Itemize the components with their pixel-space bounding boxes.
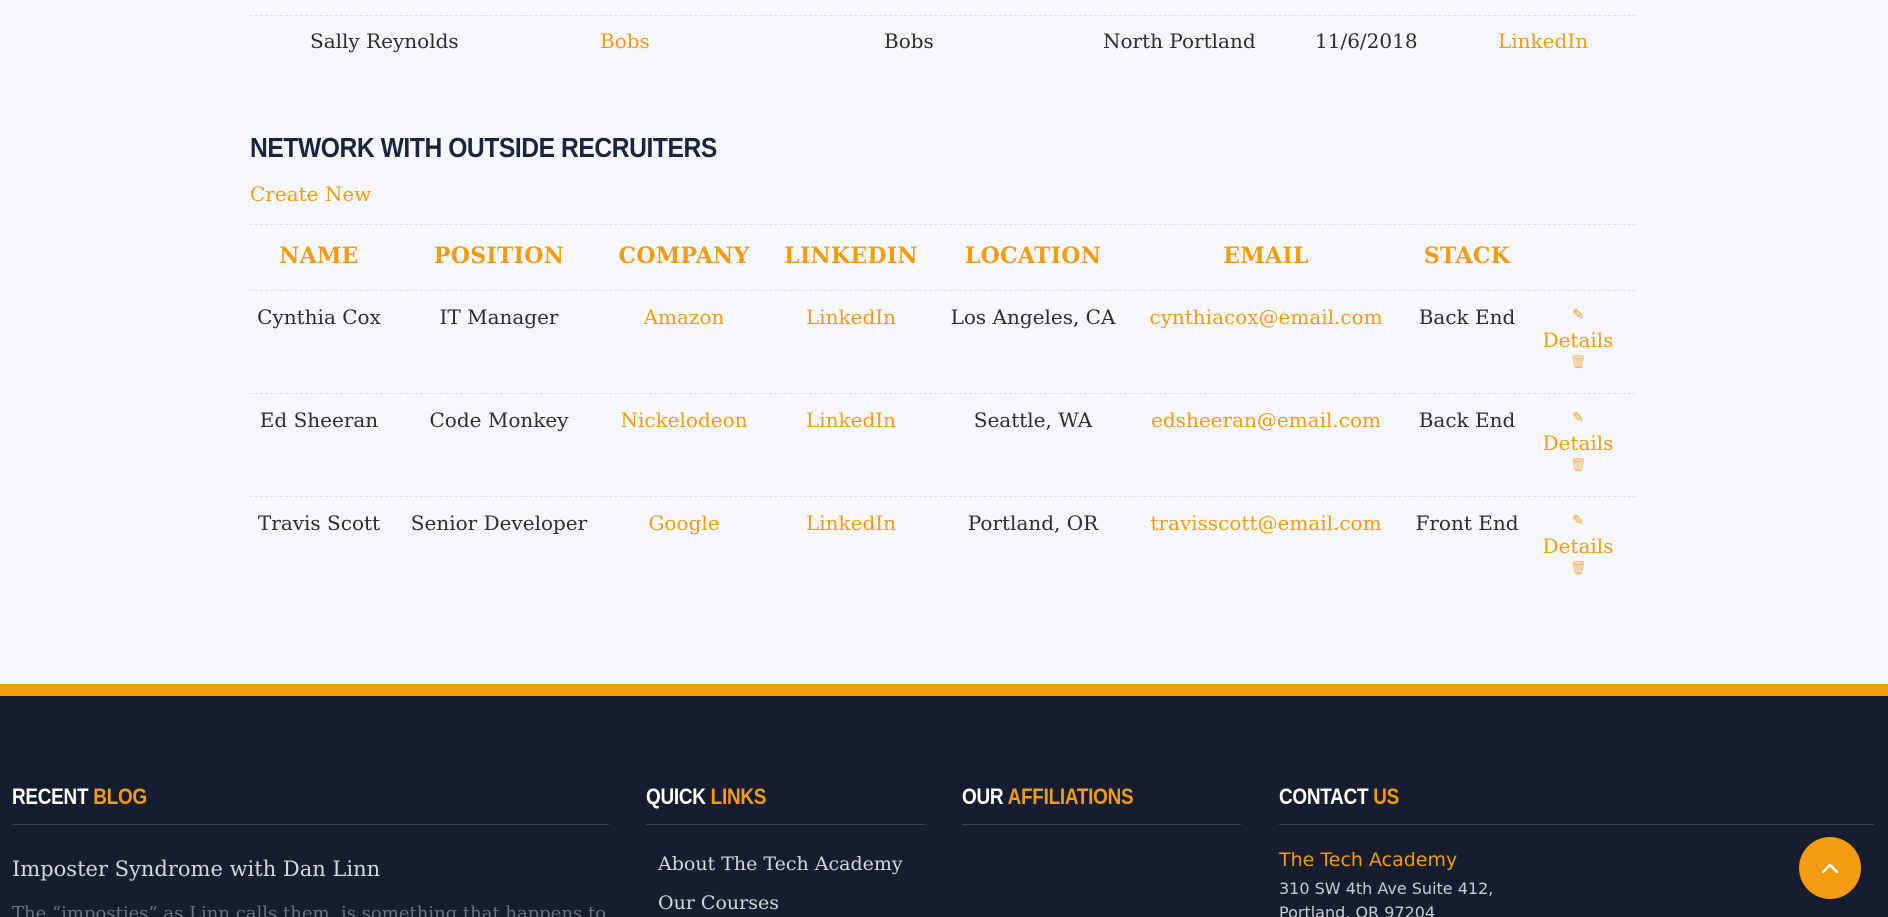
header-name: NAME (279, 243, 359, 269)
recruiter-name: Travis Scott (257, 511, 381, 535)
footer-contact: CONTACT US The Tech Academy 310 SW 4th A… (1279, 784, 1874, 917)
recruiters-table: NAME POSITION COMPANY LINKEDIN LOCATION … (250, 224, 1636, 600)
create-new-link[interactable]: Create New (250, 182, 371, 206)
footer-heading: QUICK LINKS (646, 784, 767, 809)
footer-quick-links: QUICK LINKS About The Tech Academy Our C… (646, 784, 925, 917)
table-row: Cynthia Cox IT Manager Amazon LinkedIn L… (250, 291, 1636, 394)
email-link[interactable]: cynthiacox@email.com (1149, 305, 1382, 329)
linkedin-link[interactable]: LinkedIn (1498, 29, 1588, 53)
quick-link-courses[interactable]: Our Courses (658, 892, 925, 917)
scroll-to-top-button[interactable] (1799, 837, 1861, 899)
table-row: Sally Reynolds Bobs Bobs North Portland … (250, 15, 1636, 65)
email-link[interactable]: travisscott@email.com (1150, 511, 1381, 535)
recruiter-location: Los Angeles, CA (950, 305, 1116, 329)
pencil-icon[interactable]: ✎ (1572, 408, 1584, 430)
company-link[interactable]: Google (648, 511, 719, 535)
header-location: LOCATION (964, 243, 1102, 269)
details-link[interactable]: Details (1543, 430, 1614, 456)
footer-heading: CONTACT US (1279, 784, 1400, 809)
details-link[interactable]: Details (1543, 533, 1614, 559)
pencil-icon[interactable]: ✎ (1572, 305, 1584, 327)
header-stack: STACK (1423, 243, 1511, 269)
details-link[interactable]: Details (1543, 327, 1614, 353)
blog-post-title[interactable]: Imposter Syndrome with Dan Linn (12, 857, 609, 881)
linkedin-link[interactable]: LinkedIn (806, 408, 896, 432)
footer-blog: RECENT BLOG Imposter Syndrome with Dan L… (12, 784, 609, 917)
email-link[interactable]: edsheeran@email.com (1151, 408, 1381, 432)
footer-heading: RECENT BLOG (12, 784, 147, 809)
contact-date: 11/6/2018 (1315, 29, 1418, 53)
recruiter-location: Seattle, WA (973, 408, 1093, 432)
contact-address: 310 SW 4th Ave Suite 412, Portland, OR 9… (1279, 879, 1494, 917)
recruiter-location: Portland, OR (967, 511, 1099, 535)
contact-position: Bobs (884, 29, 934, 53)
contact-name: Sally Reynolds (310, 29, 459, 53)
company-link[interactable]: Bobs (600, 29, 650, 53)
contact-org-name: The Tech Academy (1279, 849, 1458, 871)
linkedin-link[interactable]: LinkedIn (806, 305, 896, 329)
footer-heading: OUR AFFILIATIONS (962, 784, 1134, 809)
chevron-up-icon (1821, 863, 1839, 874)
trash-icon[interactable]: 🗑 (1570, 456, 1587, 476)
contact-location: North Portland (1103, 29, 1256, 53)
footer-affiliations: OUR AFFILIATIONS (962, 784, 1241, 825)
header-email: EMAIL (1223, 243, 1309, 269)
company-link[interactable]: Nickelodeon (620, 408, 747, 432)
header-company: COMPANY (618, 243, 750, 269)
recruiter-stack: Back End (1418, 305, 1516, 329)
divider (12, 824, 609, 825)
table-row: Ed Sheeran Code Monkey Nickelodeon Linke… (250, 394, 1636, 497)
table-header: NAME POSITION COMPANY LINKEDIN LOCATION … (250, 224, 1636, 291)
trash-icon[interactable]: 🗑 (1570, 559, 1587, 579)
blog-excerpt: The “imposties” as Linn calls them, is s… (12, 903, 607, 917)
quick-link-about[interactable]: About The Tech Academy (658, 853, 925, 892)
main-content: Sally Reynolds Bobs Bobs North Portland … (0, 0, 1888, 684)
trash-icon[interactable]: 🗑 (1570, 353, 1587, 373)
row-actions: ✎ Details 🗑 (1543, 305, 1614, 373)
divider (962, 824, 1241, 825)
footer-accent-bar (0, 684, 1888, 696)
recruiter-name: Ed Sheeran (259, 408, 379, 432)
linkedin-link[interactable]: LinkedIn (806, 511, 896, 535)
recruiter-position: IT Manager (439, 305, 559, 329)
header-linkedin: LINKEDIN (784, 243, 918, 269)
recruiter-stack: Front End (1415, 511, 1519, 535)
recruiter-name: Cynthia Cox (257, 305, 381, 329)
section-title: NETWORK WITH OUTSIDE RECRUITERS (250, 132, 717, 163)
row-actions: ✎ Details 🗑 (1543, 511, 1614, 579)
recruiter-position: Code Monkey (429, 408, 569, 432)
recruiter-position: Senior Developer (410, 511, 588, 535)
table-row: Travis Scott Senior Developer Google Lin… (250, 497, 1636, 600)
header-position: POSITION (433, 243, 565, 269)
company-link[interactable]: Amazon (644, 305, 725, 329)
recruiter-stack: Back End (1418, 408, 1516, 432)
pencil-icon[interactable]: ✎ (1572, 511, 1584, 533)
divider (646, 824, 925, 825)
divider (1279, 824, 1874, 825)
site-footer: RECENT BLOG Imposter Syndrome with Dan L… (0, 696, 1888, 917)
row-actions: ✎ Details 🗑 (1543, 408, 1614, 476)
